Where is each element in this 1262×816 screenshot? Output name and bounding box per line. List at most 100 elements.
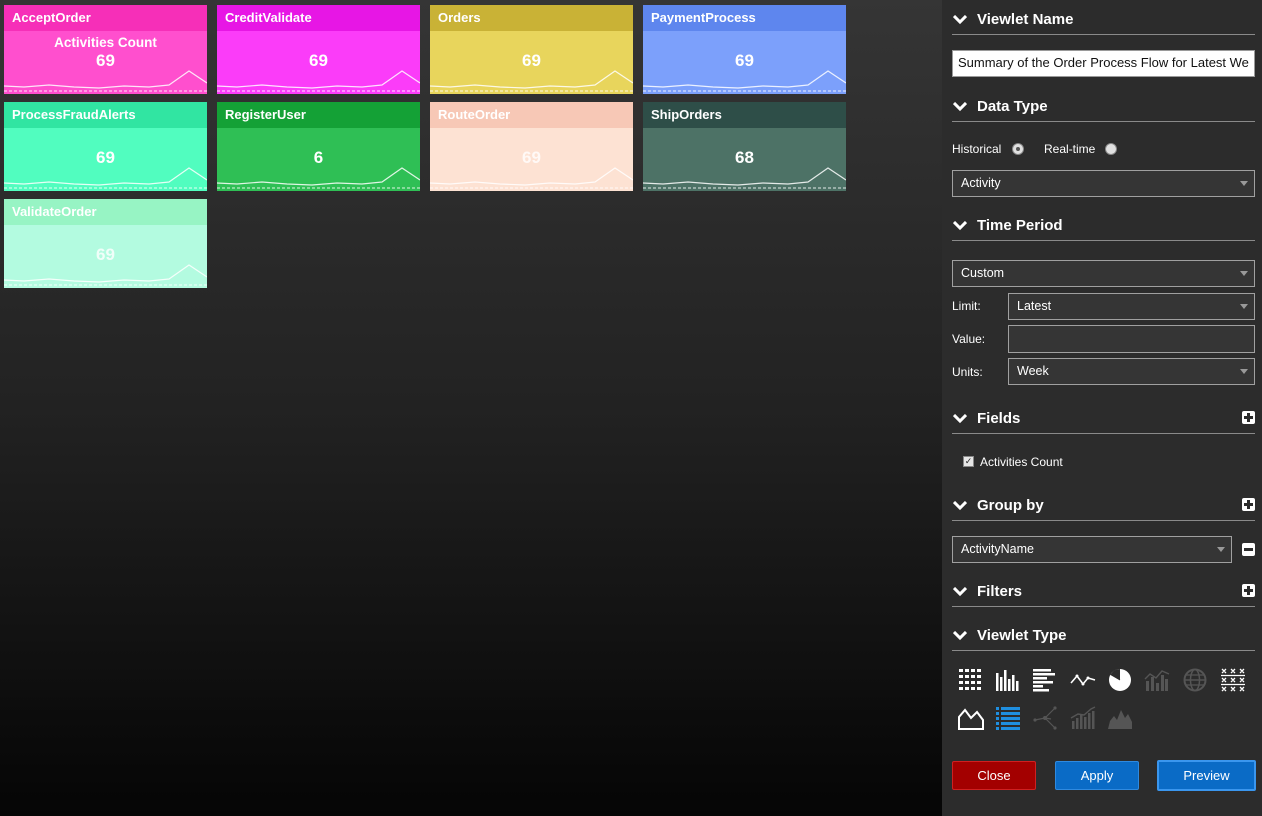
dropdown-caret-icon xyxy=(1240,271,1248,276)
filters-title: Filters xyxy=(977,583,1023,600)
sparkline-path xyxy=(643,70,846,89)
time-period-section-header[interactable]: Time Period xyxy=(952,217,1255,241)
add-field-plus-icon[interactable] xyxy=(1242,411,1255,424)
viewlet-tile-creditvalidate[interactable]: CreditValidate 69 xyxy=(217,5,420,94)
historical-label: Historical xyxy=(952,142,1002,156)
dropdown-caret-icon xyxy=(1217,547,1225,552)
viewlet-config-panel: Viewlet Name Summary of the Order Proces… xyxy=(942,0,1262,816)
viewlet-tile-acceptorder[interactable]: AcceptOrder Activities Count 69 xyxy=(4,5,207,94)
tile-body: 68 xyxy=(643,128,846,191)
add-group-plus-icon[interactable] xyxy=(1242,498,1255,511)
viewlet-type-section-header[interactable]: Viewlet Type xyxy=(952,627,1255,651)
filters-section-header[interactable]: Filters xyxy=(952,583,1255,607)
sparkline xyxy=(4,264,207,286)
close-button[interactable]: Close xyxy=(952,761,1036,790)
tile-title: CreditValidate xyxy=(217,5,420,31)
preview-button[interactable]: Preview xyxy=(1157,760,1256,791)
mountain-chart-icon[interactable] xyxy=(1107,705,1133,731)
time-period-select-value: Custom xyxy=(961,266,1005,280)
viewlet-name-section-header[interactable]: Viewlet Name xyxy=(952,11,1255,35)
tile-body: 6 xyxy=(217,128,420,191)
limit-select[interactable]: Latest xyxy=(1008,293,1255,320)
tile-title: ShipOrders xyxy=(643,102,846,128)
limit-select-value: Latest xyxy=(1017,299,1052,313)
time-period-title: Time Period xyxy=(977,217,1063,234)
sparkline-path xyxy=(217,70,420,89)
globe-map-icon[interactable] xyxy=(1182,667,1208,693)
remove-group-minus-icon[interactable] xyxy=(1242,543,1255,556)
tile-title: RegisterUser xyxy=(217,102,420,128)
add-filter-plus-icon[interactable] xyxy=(1242,584,1255,597)
list-icon[interactable] xyxy=(995,705,1021,731)
viewlet-tile-paymentprocess[interactable]: PaymentProcess 69 xyxy=(643,5,846,94)
group-by-select[interactable]: ActivityName xyxy=(952,536,1232,563)
viewlet-type-title: Viewlet Type xyxy=(977,627,1067,644)
column-chart-icon[interactable] xyxy=(995,667,1021,693)
viewlet-tile-shiporders[interactable]: ShipOrders 68 xyxy=(643,102,846,191)
dropdown-caret-icon xyxy=(1240,181,1248,186)
dropdown-caret-icon xyxy=(1240,369,1248,374)
tile-title: ProcessFraudAlerts xyxy=(4,102,207,128)
bar-chart-icon[interactable] xyxy=(1032,667,1058,693)
sparkline-path xyxy=(217,167,420,186)
viewlet-tile-processfraudalerts[interactable]: ProcessFraudAlerts 69 xyxy=(4,102,207,191)
line-chart-icon[interactable] xyxy=(1070,667,1096,693)
chevron-down-icon xyxy=(953,501,967,511)
historical-radio[interactable] xyxy=(1012,143,1024,155)
pie-chart-icon[interactable] xyxy=(1107,667,1133,693)
chevron-down-icon xyxy=(953,102,967,112)
time-period-select[interactable]: Custom xyxy=(952,260,1255,287)
tile-title: Orders xyxy=(430,5,633,31)
sparkline-path xyxy=(4,167,207,186)
sparkline xyxy=(430,70,633,92)
chevron-down-icon xyxy=(953,15,967,25)
data-type-select[interactable]: Activity xyxy=(952,170,1255,197)
sparkline-path xyxy=(4,70,207,89)
group-by-section-header[interactable]: Group by xyxy=(952,497,1255,521)
sparkline-path xyxy=(643,167,846,186)
sparkline xyxy=(643,70,846,92)
group-by-select-value: ActivityName xyxy=(961,542,1034,556)
sparkline xyxy=(217,167,420,189)
viewlet-tile-orders[interactable]: Orders 69 xyxy=(430,5,633,94)
units-select-value: Week xyxy=(1017,364,1049,378)
realtime-radio[interactable] xyxy=(1105,143,1117,155)
viewlet-name-input[interactable]: Summary of the Order Process Flow for La… xyxy=(952,50,1255,77)
tile-field-label: Activities Count xyxy=(54,35,157,50)
viewlet-tile-validateorder[interactable]: ValidateOrder 69 xyxy=(4,199,207,288)
tile-title: RouteOrder xyxy=(430,102,633,128)
sparkline-path xyxy=(430,70,633,89)
table-grid-icon[interactable] xyxy=(958,667,984,693)
units-label: Units: xyxy=(952,365,983,379)
limit-label: Limit: xyxy=(952,299,981,313)
apply-button[interactable]: Apply xyxy=(1055,761,1139,790)
tile-body: 69 xyxy=(4,128,207,191)
dropdown-caret-icon xyxy=(1240,304,1248,309)
sparkline xyxy=(4,70,207,92)
area-chart-icon[interactable] xyxy=(958,705,984,731)
data-type-select-value: Activity xyxy=(961,176,1001,190)
column-line-icon[interactable] xyxy=(1070,705,1096,731)
tile-body: 69 xyxy=(217,31,420,94)
scatter-matrix-icon[interactable] xyxy=(1220,667,1246,693)
chevron-down-icon xyxy=(953,414,967,424)
value-input[interactable] xyxy=(1008,325,1255,353)
combo-chart-icon[interactable] xyxy=(1144,667,1170,693)
viewlet-tile-registeruser[interactable]: RegisterUser 6 xyxy=(217,102,420,191)
tile-body: 69 xyxy=(643,31,846,94)
chevron-down-icon xyxy=(953,587,967,597)
fields-section-header[interactable]: Fields xyxy=(952,410,1255,434)
data-type-section-header[interactable]: Data Type xyxy=(952,98,1255,122)
activities-count-field-label: Activities Count xyxy=(980,455,1063,469)
activities-count-checkbox[interactable]: ✓ xyxy=(963,456,974,467)
sparkline xyxy=(4,167,207,189)
tile-title: ValidateOrder xyxy=(4,199,207,225)
realtime-label: Real-time xyxy=(1044,142,1096,156)
sparkline xyxy=(217,70,420,92)
network-icon[interactable] xyxy=(1032,705,1058,731)
tile-body: 69 xyxy=(430,128,633,191)
viewlet-tile-routeorder[interactable]: RouteOrder 69 xyxy=(430,102,633,191)
value-label: Value: xyxy=(952,332,986,346)
tile-body: Activities Count 69 xyxy=(4,31,207,94)
units-select[interactable]: Week xyxy=(1008,358,1255,385)
